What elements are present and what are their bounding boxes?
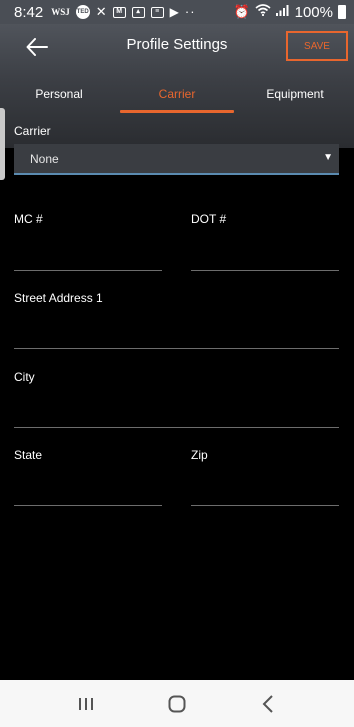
wifi-icon [255, 4, 271, 20]
mc-input[interactable] [14, 270, 162, 271]
recent-apps-icon [78, 697, 93, 710]
gmail-icon: M [112, 6, 126, 18]
save-button[interactable]: SAVE [286, 31, 348, 61]
tab-equipment[interactable]: Equipment [236, 80, 354, 140]
system-nav-bar [0, 680, 354, 727]
street-address-input[interactable] [14, 348, 339, 349]
gallery-icon: ▴ [131, 6, 145, 18]
city-label: City [14, 370, 35, 384]
carrier-label: Carrier [14, 124, 51, 138]
state-input[interactable] [14, 505, 162, 506]
back-chevron-icon [262, 694, 274, 713]
battery-level: 100% [294, 3, 333, 21]
status-bar: 8:42 WSJ TED ✕ M ▴ ≡ ▶ ·· ⏰ 100% [0, 0, 354, 24]
back-nav-button[interactable] [248, 689, 288, 719]
dot-label: DOT # [191, 212, 227, 226]
wsj-icon: WSJ [51, 7, 70, 17]
tab-carrier[interactable]: Carrier [118, 80, 236, 140]
status-left: 8:42 WSJ TED ✕ M ▴ ≡ ▶ ·· [14, 4, 196, 21]
dot-input[interactable] [191, 270, 339, 271]
dropdown-arrow-icon: ▼ [323, 152, 333, 163]
battery-icon [338, 5, 346, 19]
status-right: ⏰ 100% [233, 4, 346, 21]
play-store-icon: ▶ [169, 5, 179, 19]
missed-call-icon: ✕ [95, 4, 107, 19]
tab-bar: Personal Carrier Equipment [0, 80, 354, 140]
city-input[interactable] [14, 427, 339, 428]
carrier-select[interactable]: None ▼ [14, 144, 339, 175]
zip-input[interactable] [191, 505, 339, 506]
status-time: 8:42 [14, 3, 44, 21]
zip-label: Zip [191, 448, 208, 462]
street-address-label: Street Address 1 [14, 291, 103, 305]
app-header: Profile Settings SAVE Personal Carrier E… [0, 24, 354, 148]
news-icon: ≡ [150, 6, 164, 18]
alarm-icon: ⏰ [233, 4, 250, 19]
home-icon [168, 695, 186, 712]
carrier-select-value: None [30, 151, 59, 166]
signal-icon [275, 4, 290, 20]
ted-icon: TED [75, 5, 90, 19]
recent-apps-button[interactable] [66, 689, 106, 719]
mc-label: MC # [14, 212, 43, 226]
edge-panel-handle[interactable] [0, 108, 5, 180]
home-button[interactable] [157, 689, 197, 719]
more-dots-icon: ·· [184, 4, 196, 19]
state-label: State [14, 448, 43, 462]
